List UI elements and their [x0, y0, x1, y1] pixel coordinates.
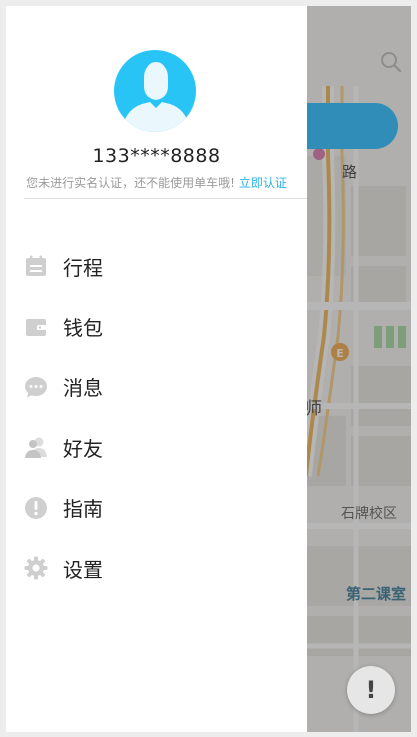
drawer-menu: 行程 钱包 消息 好友 指南 设置 [6, 236, 307, 598]
search-icon[interactable] [379, 50, 403, 74]
menu-label-guide: 指南 [63, 497, 103, 522]
message-icon [24, 375, 48, 399]
wallet-icon [24, 315, 48, 339]
gear-icon [24, 556, 48, 580]
user-phone: 133****8888 [92, 145, 221, 167]
menu-label-friends: 好友 [63, 436, 103, 461]
avatar[interactable] [114, 50, 196, 132]
side-drawer: 133****8888 您未进行实名认证，还不能使用单车哦! 立即认证 行程 钱… [6, 6, 307, 732]
user-silhouette-icon [122, 62, 190, 132]
menu-item-messages[interactable]: 消息 [6, 357, 307, 417]
menu-label-settings: 设置 [63, 557, 103, 582]
verify-notice-text: 您未进行实名认证，还不能使用单车哦! [26, 176, 235, 190]
menu-item-guide[interactable]: 指南 [6, 478, 307, 538]
guide-icon [24, 496, 48, 520]
calendar-icon [24, 254, 48, 278]
menu-item-trips[interactable]: 行程 [6, 236, 307, 296]
menu-label-messages: 消息 [63, 376, 103, 401]
divider [24, 198, 307, 199]
friends-icon [24, 435, 48, 459]
menu-item-friends[interactable]: 好友 [6, 417, 307, 477]
menu-item-wallet[interactable]: 钱包 [6, 296, 307, 356]
menu-label-trips: 行程 [63, 255, 103, 280]
menu-label-wallet: 钱包 [63, 316, 103, 341]
exclamation-icon[interactable]: ! [347, 666, 395, 714]
screen: E 路 师 石牌校区 第二课室 ! 133****8888 您未进行实名认证，还… [6, 6, 411, 732]
verify-notice-row: 您未进行实名认证，还不能使用单车哦! 立即认证 [6, 174, 307, 191]
menu-item-settings[interactable]: 设置 [6, 538, 307, 598]
verify-now-link[interactable]: 立即认证 [239, 176, 287, 190]
